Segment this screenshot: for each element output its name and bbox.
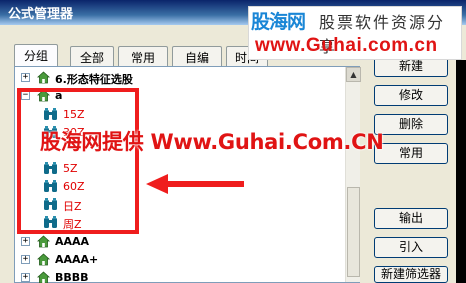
tree-node-label: BBBB: [55, 271, 89, 283]
house-icon: [37, 271, 50, 283]
tree-node-aaaa-plus[interactable]: + AAAA+: [15, 251, 345, 269]
tree-node-label: AAAA: [55, 235, 90, 248]
tree-node-aaaa[interactable]: + AAAA: [15, 233, 345, 251]
watermark-overlay-text: 股海网提供 Www.Guhai.Com.CN: [40, 130, 384, 154]
tab-common[interactable]: 常用: [118, 46, 168, 66]
expand-icon[interactable]: +: [21, 273, 30, 282]
scrollbar-thumb[interactable]: [347, 187, 360, 277]
modify-button[interactable]: 修改: [374, 85, 448, 106]
formula-manager-window: 公式管理器 分组 全部 常用 自编 时间 + 6.形态特征选股 − a 15Z …: [0, 0, 466, 283]
house-icon: [37, 253, 50, 266]
import-button[interactable]: 引入: [374, 237, 448, 258]
watermark-banner: 股海网 股票软件资源分享 www.Guhai.com.cn: [248, 6, 462, 60]
expand-icon[interactable]: +: [21, 73, 30, 82]
tree-node-label: AAAA+: [55, 253, 99, 266]
house-icon: [37, 71, 50, 84]
watermark-logo: 股海网: [251, 11, 306, 33]
expand-icon[interactable]: +: [21, 255, 30, 264]
new-screener-button[interactable]: 新建筛选器: [374, 266, 448, 283]
tree-node-6[interactable]: + 6.形态特征选股: [15, 69, 345, 87]
background-chart-strip: [456, 60, 466, 283]
tree-node-label: 6.形态特征选股: [55, 73, 133, 86]
annotation-highlight-box: [17, 88, 139, 234]
window-title: 公式管理器: [8, 7, 74, 22]
vertical-scrollbar[interactable]: ▲: [345, 67, 361, 282]
tree-node-bbbb[interactable]: + BBBB: [15, 269, 345, 283]
annotation-arrow-icon: [146, 174, 244, 194]
tab-all-label: 全部: [79, 51, 104, 65]
tab-group[interactable]: 分组: [14, 44, 58, 66]
house-icon: [37, 235, 50, 248]
delete-button[interactable]: 删除: [374, 114, 448, 135]
tab-custom[interactable]: 自编: [172, 46, 222, 66]
expand-icon[interactable]: +: [21, 237, 30, 246]
watermark-url: www.Guhai.com.cn: [255, 35, 438, 56]
tab-group-label: 分组: [23, 49, 48, 63]
export-button[interactable]: 输出: [374, 208, 448, 229]
common-button[interactable]: 常用: [374, 143, 448, 164]
scroll-up-icon[interactable]: ▲: [346, 67, 361, 82]
tab-custom-label: 自编: [184, 51, 209, 65]
tab-common-label: 常用: [130, 51, 155, 65]
tab-all[interactable]: 全部: [70, 46, 114, 66]
